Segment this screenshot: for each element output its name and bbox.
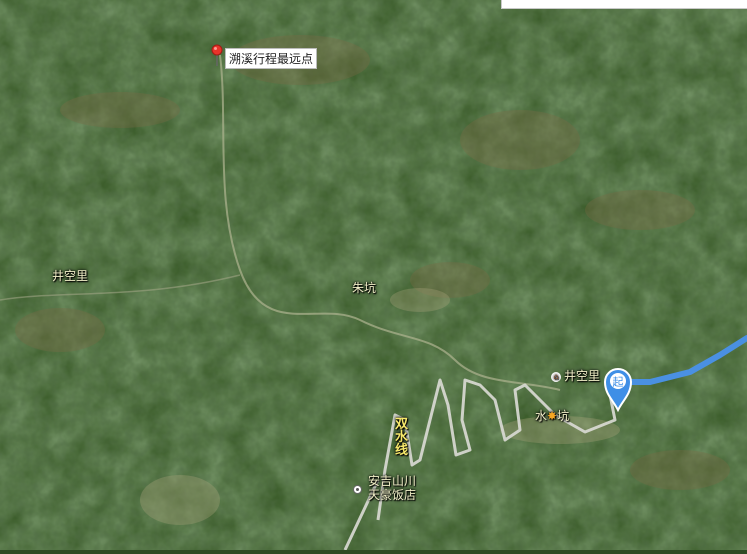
temple-icon: ⌂	[551, 371, 561, 382]
destination-callout[interactable]: 溯溪行程最远点	[225, 48, 318, 69]
hotel-poi-icon	[353, 485, 362, 494]
search-box-edge[interactable]	[501, 0, 747, 9]
start-marker-icon[interactable]: 起	[603, 366, 633, 412]
map-pin-icon[interactable]	[211, 44, 223, 66]
place-label-shuikeng: 水✸坑	[535, 409, 570, 423]
satellite-map[interactable]: 溯溪行程最远点 井空里 朱坑 双 水 线 水✸坑 ⌂井空里 寺 起 安吉山川 天…	[0, 0, 747, 551]
road-label-shuangshui: 双 水 线	[395, 417, 409, 458]
callout-text: 溯溪行程最远点	[229, 52, 314, 66]
poi-hotel[interactable]: 安吉山川 天豪饭店	[353, 474, 416, 502]
scenic-spot-icon: ✸	[547, 409, 558, 423]
place-label-jingkongli: 井空里	[52, 269, 89, 283]
map-terrain	[0, 0, 747, 551]
svg-text:起: 起	[613, 376, 624, 389]
place-label-zhukeng: 朱坑	[352, 281, 377, 295]
